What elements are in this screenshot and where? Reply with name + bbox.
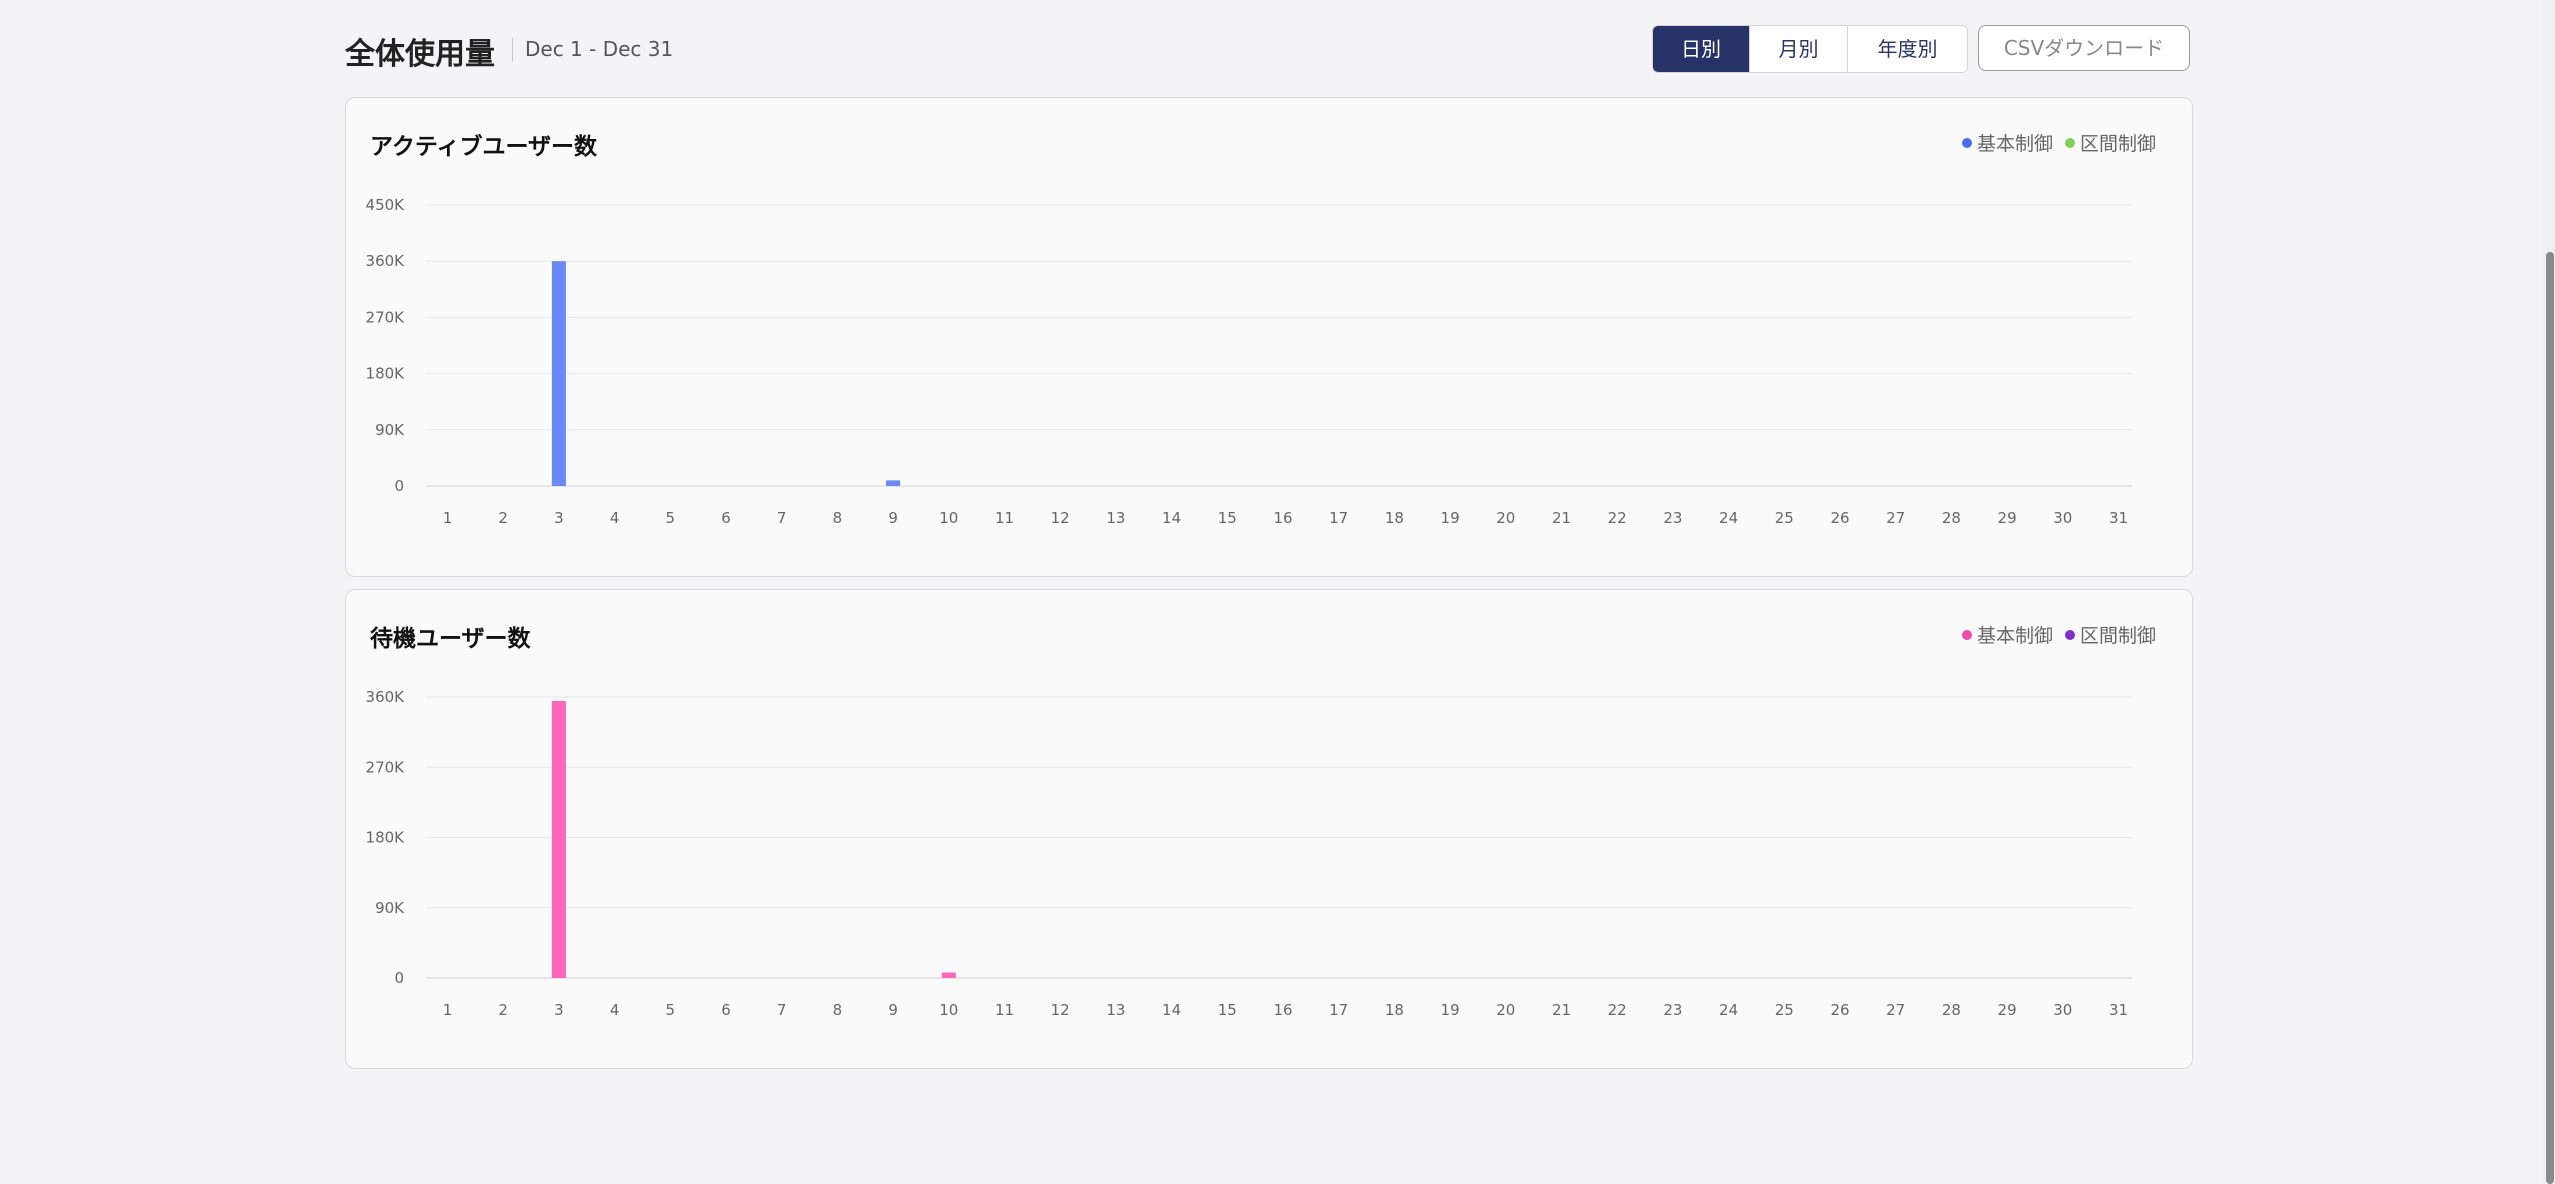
x-tick-label: 4 xyxy=(610,509,620,527)
x-tick-label: 3 xyxy=(554,1001,564,1019)
x-tick-label: 7 xyxy=(777,509,787,527)
x-tick-label: 2 xyxy=(498,1001,508,1019)
y-tick-label: 0 xyxy=(394,969,404,987)
x-tick-label: 5 xyxy=(666,509,676,527)
x-tick-label: 8 xyxy=(833,1001,843,1019)
tab-yearly[interactable]: 年度別 xyxy=(1847,26,1967,72)
x-tick-label: 26 xyxy=(1830,509,1849,527)
x-tick-label: 28 xyxy=(1942,509,1961,527)
x-tick-label: 10 xyxy=(939,509,958,527)
y-tick-label: 0 xyxy=(394,477,404,495)
x-tick-label: 11 xyxy=(995,1001,1014,1019)
x-tick-label: 17 xyxy=(1329,1001,1348,1019)
x-tick-label: 13 xyxy=(1106,509,1125,527)
x-tick-label: 8 xyxy=(833,509,843,527)
x-tick-label: 7 xyxy=(777,1001,787,1019)
page-title: 全体使用量 xyxy=(345,37,495,72)
y-tick-label: 90K xyxy=(375,421,405,439)
x-tick-label: 18 xyxy=(1385,509,1404,527)
x-tick-label: 29 xyxy=(1998,1001,2017,1019)
tab-monthly[interactable]: 月別 xyxy=(1749,26,1847,72)
y-tick-label: 270K xyxy=(366,758,406,776)
period-toggle: 日別 月別 年度別 xyxy=(1652,25,1968,73)
x-tick-label: 6 xyxy=(721,509,731,527)
x-tick-label: 28 xyxy=(1942,1001,1961,1019)
x-tick-label: 24 xyxy=(1719,1001,1738,1019)
x-tick-label: 15 xyxy=(1218,1001,1237,1019)
active-users-card: アクティブユーザー数 基本制御 区間制御 0 90K 180K 270K 360K 450… xyxy=(345,97,2193,577)
x-tick-label: 20 xyxy=(1496,1001,1515,1019)
y-tick-label: 360K xyxy=(366,252,406,270)
y-tick-label: 180K xyxy=(366,365,406,383)
active-users-chart: 090K180K270K360K450K1 2 3 4 5 6 7 8 9 10 11 12 13 14 1… xyxy=(366,196,2132,527)
x-tick-label: 19 xyxy=(1441,509,1460,527)
x-tick-label: 2 xyxy=(498,509,508,527)
x-tick-label: 12 xyxy=(1051,509,1070,527)
bar[interactable] xyxy=(551,261,566,486)
bar[interactable] xyxy=(941,972,956,978)
x-tick-label: 31 xyxy=(2109,1001,2128,1019)
y-tick-label: 360K xyxy=(366,688,406,706)
y-tick-label: 90K xyxy=(375,899,405,917)
y-tick-label: 180K xyxy=(366,829,406,847)
x-tick-label: 3 xyxy=(554,509,564,527)
x-tick-label: 15 xyxy=(1218,509,1237,527)
x-tick-label: 16 xyxy=(1273,1001,1292,1019)
title-divider xyxy=(512,38,513,62)
x-tick-label: 1 xyxy=(443,1001,453,1019)
csv-download-button[interactable]: CSVダウンロード xyxy=(1978,25,2190,71)
x-tick-label: 25 xyxy=(1775,509,1794,527)
x-tick-label: 26 xyxy=(1830,1001,1849,1019)
x-tick-label: 17 xyxy=(1329,509,1348,527)
x-tick-label: 21 xyxy=(1552,509,1571,527)
x-tick-label: 16 xyxy=(1273,509,1292,527)
waiting-users-card: 待機ユーザー数 基本制御 区間制御 0 90K 180K 270K 360K 1 2 3 4 5 6… xyxy=(345,589,2193,1069)
x-tick-label: 23 xyxy=(1663,1001,1682,1019)
page-header: 全体使用量 Dec 1 - Dec 31 日別 月別 年度別 CSVダウンロード xyxy=(345,24,2193,74)
x-tick-label: 5 xyxy=(666,1001,676,1019)
x-tick-label: 24 xyxy=(1719,509,1738,527)
x-tick-label: 23 xyxy=(1663,509,1682,527)
x-tick-label: 22 xyxy=(1608,509,1627,527)
x-tick-label: 20 xyxy=(1496,509,1515,527)
x-tick-label: 6 xyxy=(721,1001,731,1019)
tab-daily[interactable]: 日別 xyxy=(1653,26,1749,72)
date-range[interactable]: Dec 1 - Dec 31 xyxy=(525,37,673,61)
x-tick-label: 18 xyxy=(1385,1001,1404,1019)
x-tick-label: 30 xyxy=(2053,509,2072,527)
x-tick-label: 27 xyxy=(1886,1001,1905,1019)
x-tick-label: 13 xyxy=(1106,1001,1125,1019)
x-tick-label: 11 xyxy=(995,509,1014,527)
x-tick-label: 12 xyxy=(1051,1001,1070,1019)
x-tick-label: 22 xyxy=(1608,1001,1627,1019)
y-tick-label: 270K xyxy=(366,308,406,326)
y-tick-label: 450K xyxy=(366,196,406,214)
waiting-users-chart: 090K180K270K360K1 2 3 4 5 6 7 8 9 10 11 12 13 14 15 16 1… xyxy=(366,688,2132,1019)
x-tick-label: 1 xyxy=(443,509,453,527)
x-tick-label: 9 xyxy=(888,1001,898,1019)
x-tick-label: 4 xyxy=(610,1001,620,1019)
x-tick-label: 31 xyxy=(2109,509,2128,527)
x-tick-label: 30 xyxy=(2053,1001,2072,1019)
x-tick-label: 21 xyxy=(1552,1001,1571,1019)
x-tick-label: 10 xyxy=(939,1001,958,1019)
x-tick-label: 14 xyxy=(1162,1001,1181,1019)
scrollbar-thumb[interactable] xyxy=(2546,252,2554,1184)
x-tick-label: 25 xyxy=(1775,1001,1794,1019)
x-tick-label: 19 xyxy=(1441,1001,1460,1019)
bar[interactable] xyxy=(886,480,901,486)
x-tick-label: 29 xyxy=(1998,509,2017,527)
bar[interactable] xyxy=(551,700,566,978)
x-tick-label: 27 xyxy=(1886,509,1905,527)
x-tick-label: 14 xyxy=(1162,509,1181,527)
x-tick-label: 9 xyxy=(888,509,898,527)
